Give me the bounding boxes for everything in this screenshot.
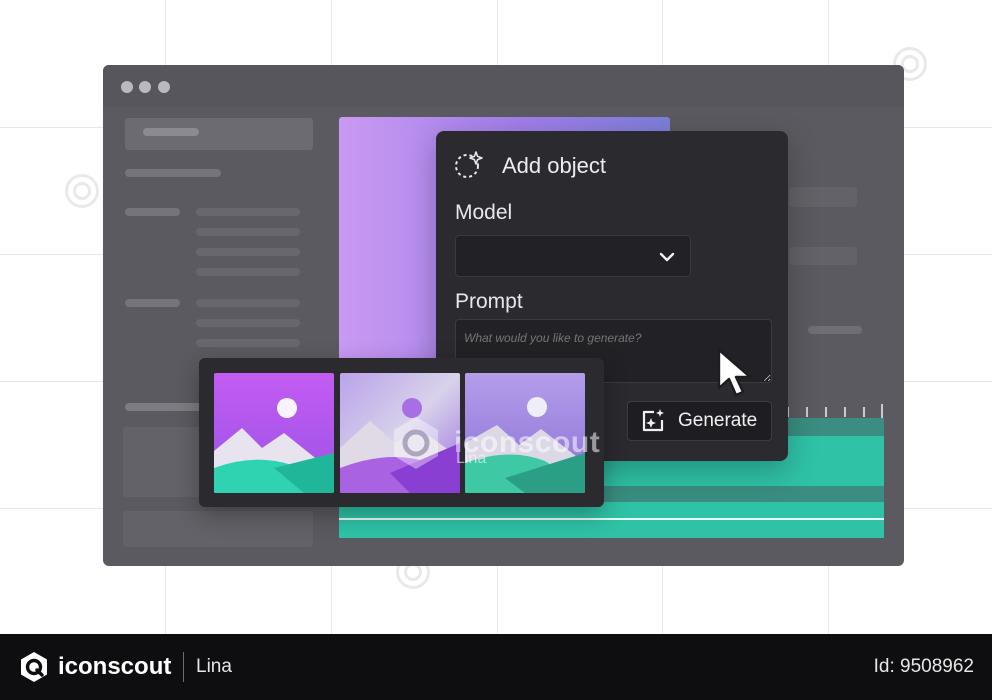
sidebar-line [196, 228, 300, 236]
footer-divider [183, 652, 184, 682]
iconscout-logo-icon [21, 652, 47, 682]
property-line [789, 187, 857, 207]
sidebar-line [125, 403, 205, 411]
sidebar-line [196, 268, 300, 276]
prompt-label: Prompt [455, 290, 523, 313]
sidebar-line [125, 299, 180, 307]
sidebar-header-line [143, 128, 199, 136]
generate-button[interactable]: Generate [627, 401, 772, 441]
sparkle-icon [455, 151, 483, 178]
sidebar-line [196, 208, 300, 216]
panel-title: Add object [502, 153, 606, 178]
window-control-dot[interactable] [158, 81, 170, 93]
sidebar-line [125, 208, 180, 216]
sidebar-line [196, 319, 300, 327]
watermark-logo-icon [65, 174, 99, 208]
thumbnail-option[interactable] [214, 373, 334, 493]
sidebar-line [125, 169, 221, 177]
timeline-tick [844, 407, 846, 417]
center-watermark: iconscout [386, 413, 600, 473]
generate-button-label: Generate [678, 410, 758, 431]
timeline-track[interactable] [588, 486, 884, 502]
cursor-icon [717, 348, 752, 397]
property-line [808, 326, 862, 334]
playhead-line [339, 518, 884, 520]
sidebar-line [196, 299, 300, 307]
property-line [789, 247, 857, 265]
iconscout-logo-icon [394, 417, 438, 469]
timeline-track[interactable] [780, 418, 884, 436]
chevron-down-icon [659, 252, 675, 262]
timeline-tick [806, 407, 808, 417]
timeline-tick [863, 407, 865, 417]
sidebar-line [196, 339, 300, 347]
sidebar-panel [123, 511, 313, 547]
footer-brand[interactable]: iconscout [58, 653, 171, 681]
window-control-dot[interactable] [121, 81, 133, 93]
timeline-tick [825, 407, 827, 417]
ai-image-icon [642, 409, 664, 432]
sidebar-line [196, 248, 300, 256]
footer-bar: iconscout Lina Id: 9508962 [0, 634, 992, 700]
timeline-tick [881, 404, 883, 418]
timeline-track[interactable] [339, 502, 884, 538]
watermark-author: Lina [456, 450, 487, 467]
footer-author[interactable]: Lina [196, 656, 232, 678]
landscape-image-icon [214, 373, 334, 493]
window-control-dot[interactable] [139, 81, 151, 93]
model-select[interactable] [455, 235, 691, 277]
footer-asset-id: Id: 9508962 [873, 656, 974, 677]
title-bar [103, 65, 904, 107]
model-label: Model [455, 201, 513, 224]
